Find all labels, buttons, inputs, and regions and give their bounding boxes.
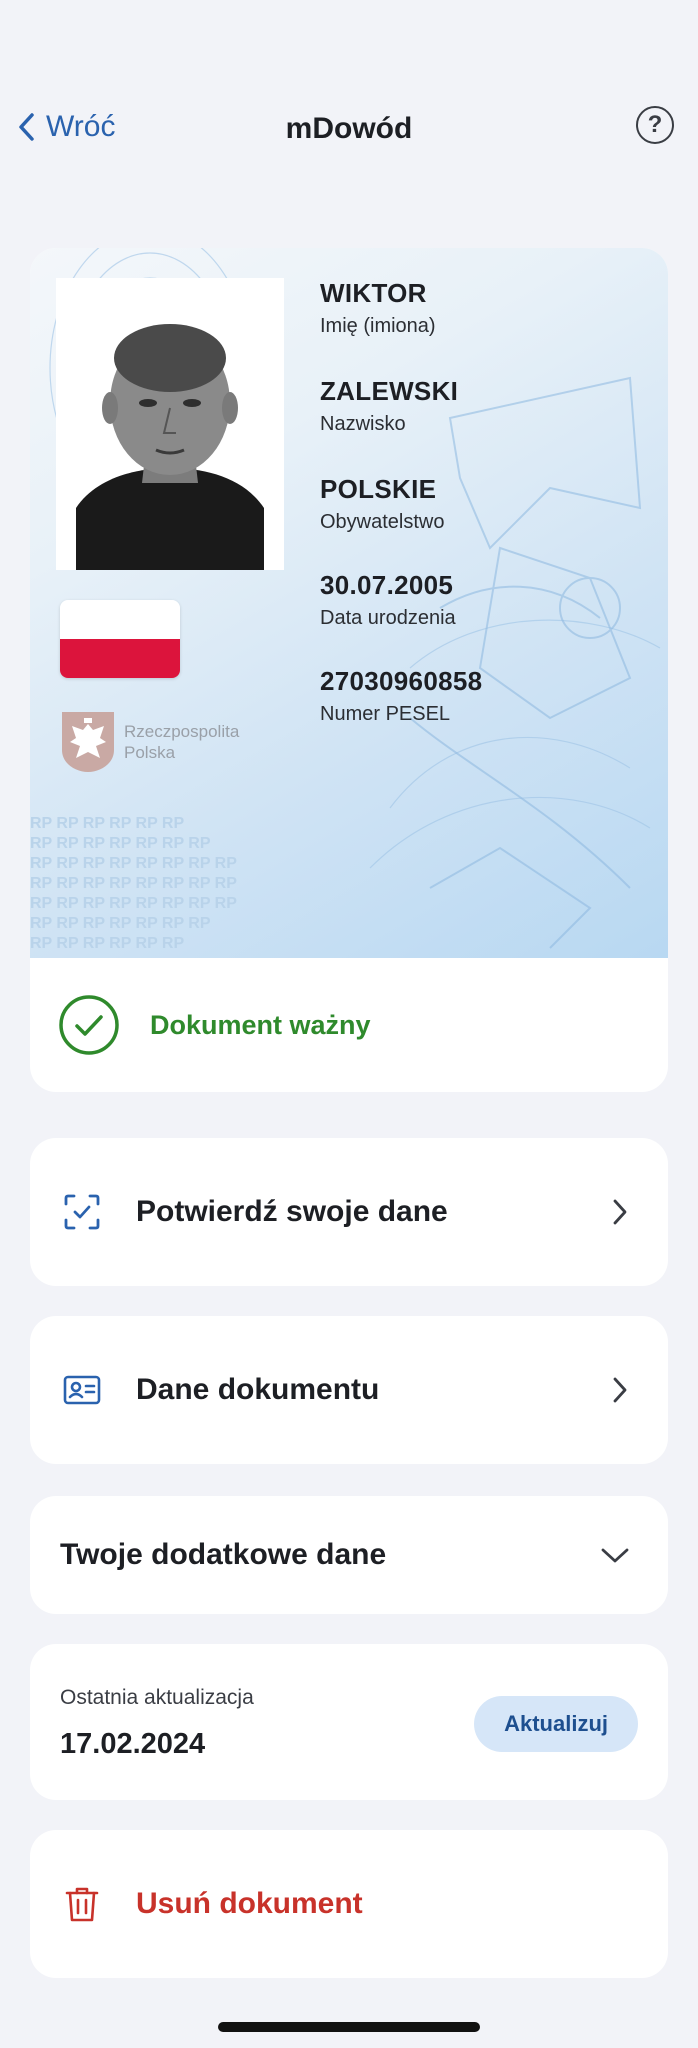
field-last-name: ZALEWSKI Nazwisko (320, 376, 458, 436)
last-update-date: 17.02.2024 (60, 1728, 206, 1760)
help-icon[interactable]: ? (636, 106, 674, 144)
polish-flag (60, 600, 180, 678)
svg-text:RP RP RP RP RP RP: RP RP RP RP RP RP (30, 935, 184, 952)
svg-text:RP RP RP RP RP RP: RP RP RP RP RP RP (30, 815, 184, 832)
extra-data-expander[interactable]: Twoje dodatkowe dane (30, 1496, 668, 1614)
chevron-down-icon (601, 1548, 629, 1563)
delete-document-button[interactable]: Usuń dokument (30, 1830, 668, 1978)
trash-icon (65, 1887, 99, 1922)
eagle-emblem-icon (62, 712, 114, 772)
field-value: WIKTOR (320, 278, 427, 308)
update-button[interactable]: Aktualizuj (474, 1696, 638, 1752)
field-value: ZALEWSKI (320, 376, 459, 406)
extra-data-label: Twoje dodatkowe dane (60, 1538, 387, 1571)
chevron-right-icon (613, 1377, 627, 1403)
delete-document-label: Usuń dokument (136, 1887, 363, 1920)
status-text: Dokument ważny (150, 1009, 371, 1040)
home-indicator[interactable] (218, 2022, 480, 2032)
field-value: 30.07.2005 (320, 570, 454, 600)
national-emblem: Rzeczpospolita Polska (60, 710, 239, 774)
field-value: 27030960858 (320, 666, 483, 696)
emblem-text-line1: Rzeczpospolita (124, 722, 240, 741)
document-status: Dokument ważny (30, 958, 668, 1092)
document-data-button[interactable]: Dane dokumentu (30, 1316, 668, 1464)
svg-text:RP RP RP RP RP RP RP: RP RP RP RP RP RP RP (30, 835, 211, 852)
id-card-icon (63, 1375, 101, 1405)
field-label: Imię (imiona) (320, 315, 436, 337)
confirm-data-label: Potwierdź swoje dane (136, 1195, 448, 1228)
emblem-text-line2: Polska (124, 743, 176, 762)
scan-check-icon (64, 1194, 100, 1230)
id-photo (56, 278, 284, 570)
id-card: RP RP RP RP RP RP RP RP RP RP RP RP RP R… (30, 248, 668, 1092)
id-card-background: RP RP RP RP RP RP RP RP RP RP RP RP RP R… (30, 248, 668, 958)
field-value: POLSKIE (320, 474, 437, 504)
svg-text:RP RP RP RP RP RP RP RP: RP RP RP RP RP RP RP RP (30, 895, 237, 912)
page-title: mDowód (285, 112, 413, 145)
svg-text:RP RP RP RP RP RP RP RP: RP RP RP RP RP RP RP RP (30, 855, 237, 872)
check-circle-icon (59, 995, 119, 1055)
chevron-right-icon (613, 1199, 627, 1225)
nav-bar: Wróć mDowód ? (0, 100, 698, 160)
field-label: Data urodzenia (320, 607, 456, 629)
field-label: Numer PESEL (320, 703, 451, 725)
field-citizenship: POLSKIE Obywatelstwo (320, 474, 445, 534)
svg-text:RP RP RP RP RP RP RP RP: RP RP RP RP RP RP RP RP (30, 875, 237, 892)
field-first-name: WIKTOR Imię (imiona) (320, 278, 436, 338)
svg-text:RP RP RP RP RP RP RP: RP RP RP RP RP RP RP (30, 915, 211, 932)
field-label: Nazwisko (320, 413, 406, 435)
last-update-title: Ostatnia aktualizacja (60, 1686, 254, 1709)
last-update-card: Ostatnia aktualizacja 17.02.2024 Aktuali… (30, 1644, 668, 1800)
field-birth-date: 30.07.2005 Data urodzenia (320, 570, 456, 630)
confirm-data-button[interactable]: Potwierdź swoje dane (30, 1138, 668, 1286)
document-data-label: Dane dokumentu (136, 1373, 380, 1406)
field-label: Obywatelstwo (320, 511, 445, 533)
field-pesel: 27030960858 Numer PESEL (320, 666, 482, 726)
